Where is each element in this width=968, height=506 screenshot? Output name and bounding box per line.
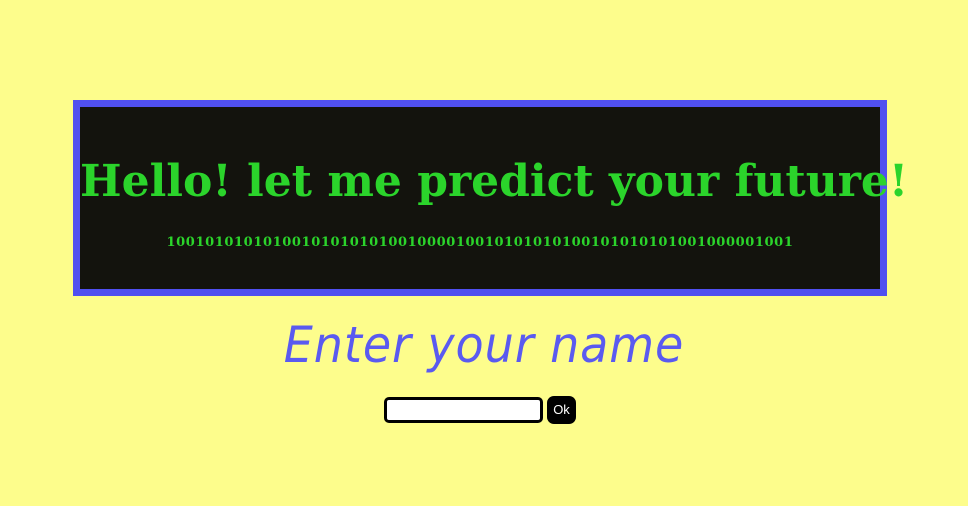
binary-text: 1001010101010010101010100100001001010101…	[166, 235, 794, 250]
name-form: Ok	[384, 396, 576, 424]
enter-name-label: Enter your name	[283, 316, 685, 374]
title-banner: Hello! let me predict your future! 10010…	[73, 100, 909, 296]
ok-button[interactable]: Ok	[547, 396, 576, 424]
page-title: Hello! let me predict your future!	[80, 156, 909, 207]
name-input[interactable]	[384, 397, 543, 423]
